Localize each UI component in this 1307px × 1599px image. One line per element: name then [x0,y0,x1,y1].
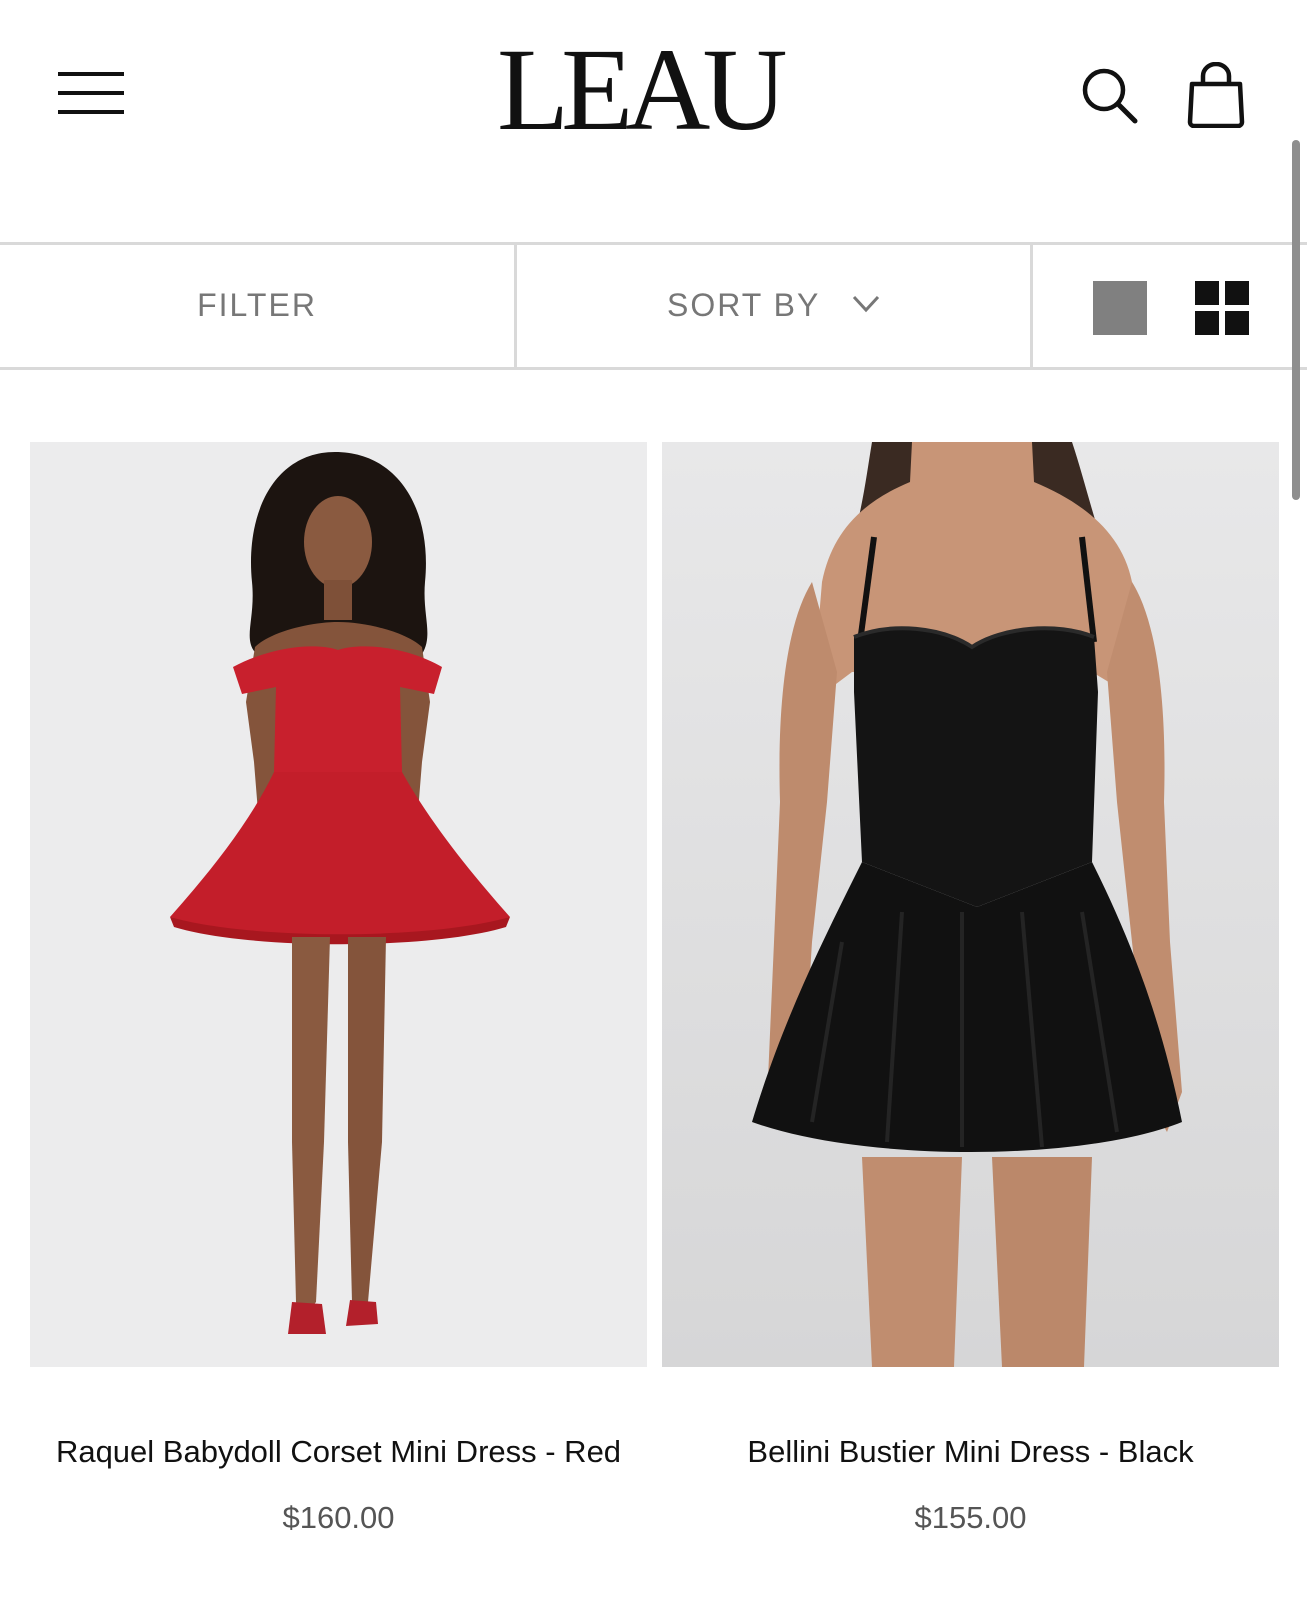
single-column-view-icon[interactable] [1093,281,1147,335]
product-price: $155.00 [914,1500,1027,1535]
filter-label: FILTER [197,287,317,323]
product-image[interactable] [662,442,1279,1367]
site-header: LEAU [0,0,1307,242]
menu-icon[interactable] [58,70,124,116]
sort-by-label: SORT BY [667,287,821,323]
brand-logo[interactable]: LEAU [497,30,797,150]
scrollbar[interactable] [1292,140,1300,500]
product-price: $160.00 [282,1500,395,1535]
chevron-down-icon [852,295,880,313]
sort-by-dropdown[interactable]: SORT BY [517,245,1033,367]
search-icon[interactable] [1080,66,1140,126]
view-toggle [1033,245,1307,367]
product-name[interactable]: Bellini Bustier Mini Dress - Black [652,1432,1289,1472]
product-image[interactable] [30,442,647,1367]
grid-view-icon[interactable] [1195,281,1249,335]
filter-button[interactable]: FILTER [0,245,517,367]
product-name[interactable]: Raquel Babydoll Corset Mini Dress - Red [20,1432,657,1472]
collection-toolbar: FILTER SORT BY [0,242,1307,370]
model-black-dress-illustration [752,442,1182,1367]
shopping-bag-icon[interactable] [1186,62,1246,128]
model-red-dress-illustration [170,452,510,1334]
